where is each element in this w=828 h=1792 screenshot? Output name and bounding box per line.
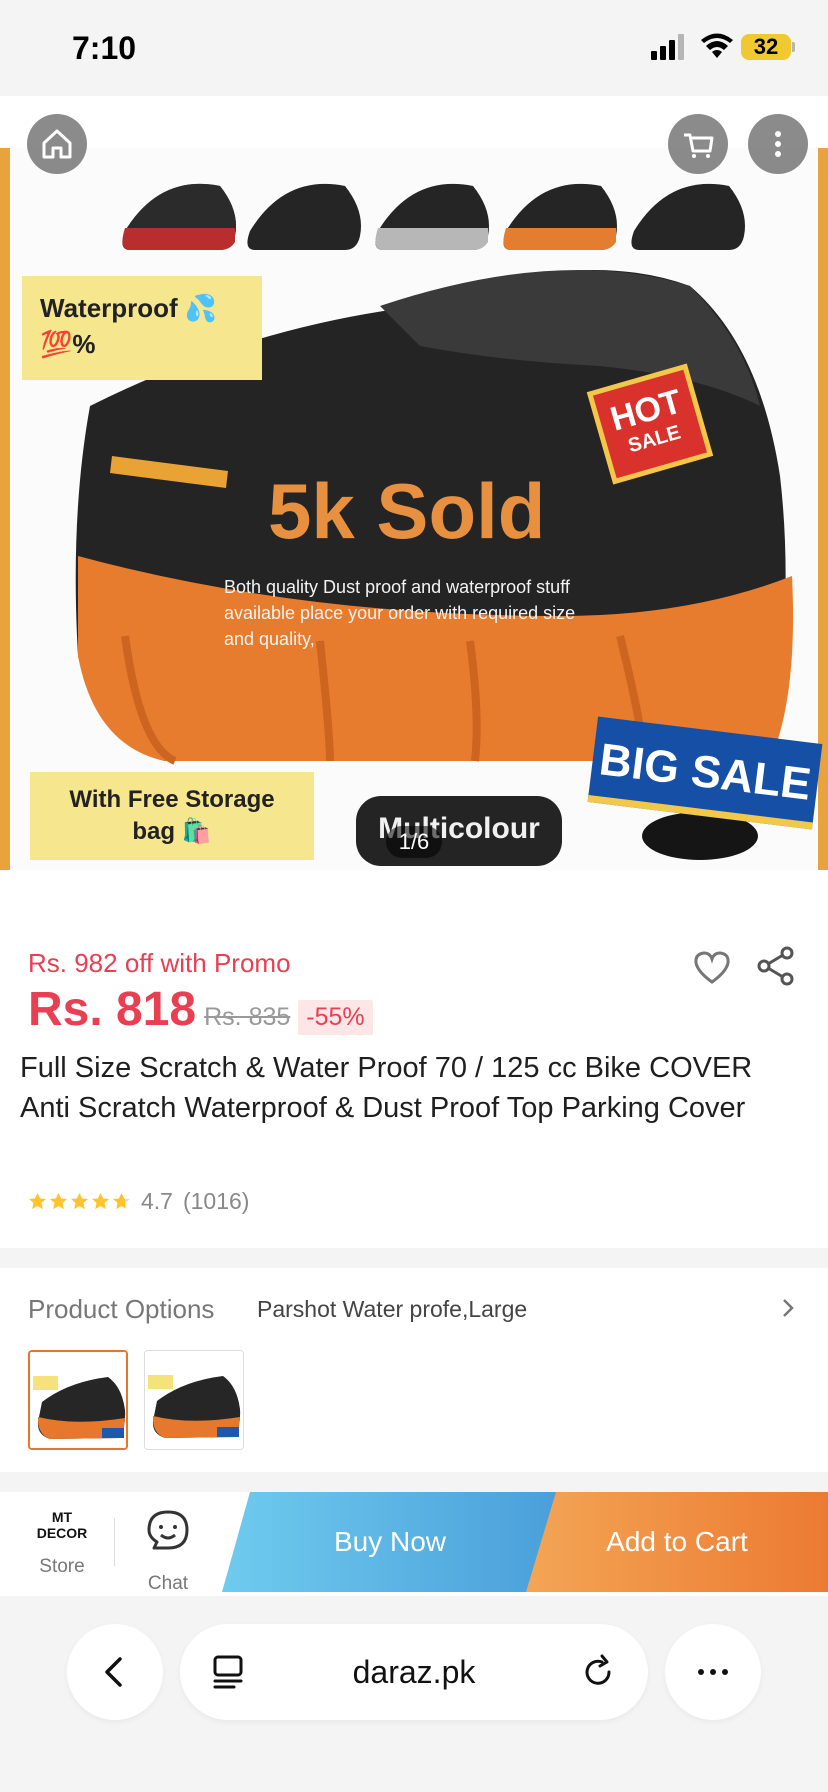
selected-option: Parshot Water profe,Large <box>257 1296 528 1322</box>
waterproof-percent: 💯% <box>40 329 96 359</box>
rating-value: 4.7 <box>141 1187 173 1214</box>
sold-count: 5k Sold <box>268 467 546 555</box>
description-line-3: and quality, <box>224 629 315 649</box>
star-icon <box>70 1192 89 1209</box>
battery-tip <box>792 42 795 52</box>
star-icon <box>49 1192 68 1209</box>
option-thumbnail-2[interactable] <box>144 1350 244 1450</box>
heart-icon[interactable] <box>692 948 732 986</box>
option-thumbnail-1[interactable] <box>28 1350 128 1450</box>
reload-icon[interactable] <box>578 1652 618 1692</box>
product-image-description: Both quality Dust proof and waterproof s… <box>224 574 644 652</box>
storage-line-1: With Free Storage <box>69 786 275 813</box>
original-price: Rs. 835 <box>204 1003 291 1031</box>
cart-button[interactable] <box>668 114 728 174</box>
chat-label: Chat <box>147 1573 189 1594</box>
wifi-icon <box>701 33 733 58</box>
thumbnail-image <box>30 1352 126 1448</box>
chat-button[interactable]: Chat <box>128 1508 208 1594</box>
battery-indicator: 32 <box>741 34 791 60</box>
product-image-gallery[interactable]: Waterproof 💦 💯% HOT SALE 5k Sold Both qu… <box>0 96 828 870</box>
product-options-label: Product Options <box>28 1294 215 1324</box>
star-icon <box>28 1192 47 1209</box>
share-icon[interactable] <box>756 946 796 986</box>
product-title: Full Size Scratch & Water Proof 70 / 125… <box>20 1052 753 1124</box>
current-price: Rs. 818 <box>28 983 197 1036</box>
variant-thumbnails <box>122 183 745 250</box>
cart-icon <box>684 133 714 158</box>
storage-line-2: bag 🛍️ <box>132 818 212 845</box>
free-storage-badge: With Free Storage bag 🛍️ <box>30 772 314 860</box>
add-to-cart-button[interactable]: Add to Cart <box>526 1492 828 1592</box>
address-bar[interactable]: daraz.pk <box>180 1624 648 1720</box>
description-line-2: available place your order with required… <box>224 603 576 623</box>
more-horizontal-icon <box>698 1669 728 1675</box>
image-counter: 1/6 <box>386 826 442 858</box>
promo-text: Rs. 982 off with Promo <box>28 948 291 978</box>
price-section: Rs. 982 off with Promo Rs. 818 Rs. 835 -… <box>0 870 828 1248</box>
more-options-button[interactable] <box>748 114 808 174</box>
product-page: 7:10 32 Waterproof 💦 💯% HOT SALE 5k Sold… <box>0 0 828 1792</box>
thumbnail-image <box>145 1351 243 1449</box>
waterproof-badge: Waterproof 💦 💯% <box>22 276 262 380</box>
rating-stars <box>28 1192 131 1211</box>
star-icon <box>91 1192 110 1209</box>
discount-badge: -55% <box>298 1000 373 1035</box>
home-button[interactable] <box>27 114 87 174</box>
star-icon <box>112 1192 131 1209</box>
bottom-action-bar: MT DECOR Store Chat Buy Now Add to Cart <box>0 1492 828 1596</box>
variant-label: Multicolour <box>356 796 562 866</box>
product-options-section[interactable]: Product Options Parshot Water profe,Larg… <box>0 1268 828 1472</box>
browser-toolbar: daraz.pk <box>0 1596 828 1792</box>
browser-menu-button[interactable] <box>665 1624 761 1720</box>
store-logo: MT DECOR <box>36 1509 88 1541</box>
waterproof-text: Waterproof 💦 <box>40 293 218 323</box>
status-bar: 7:10 32 <box>0 0 828 96</box>
chevron-left-icon <box>105 1657 122 1687</box>
browser-back-button[interactable] <box>67 1624 163 1720</box>
price-row: Rs. 818 Rs. 835 -55% <box>28 982 373 1042</box>
status-time: 7:10 <box>72 30 137 66</box>
signal-icon <box>651 34 684 60</box>
chevron-right-icon[interactable] <box>778 1296 798 1320</box>
more-vertical-icon <box>775 131 781 157</box>
store-button[interactable]: MT DECOR Store <box>22 1508 102 1588</box>
home-icon <box>42 129 72 159</box>
review-count: (1016) <box>182 1187 250 1214</box>
description-line-1: Both quality Dust proof and waterproof s… <box>224 577 570 597</box>
store-label: Store <box>39 1556 85 1577</box>
buy-now-button[interactable]: Buy Now <box>222 1492 558 1592</box>
rating-row[interactable]: 4.7 (1016) <box>28 1186 249 1216</box>
chat-icon <box>147 1510 189 1550</box>
bottom-divider <box>114 1518 115 1566</box>
